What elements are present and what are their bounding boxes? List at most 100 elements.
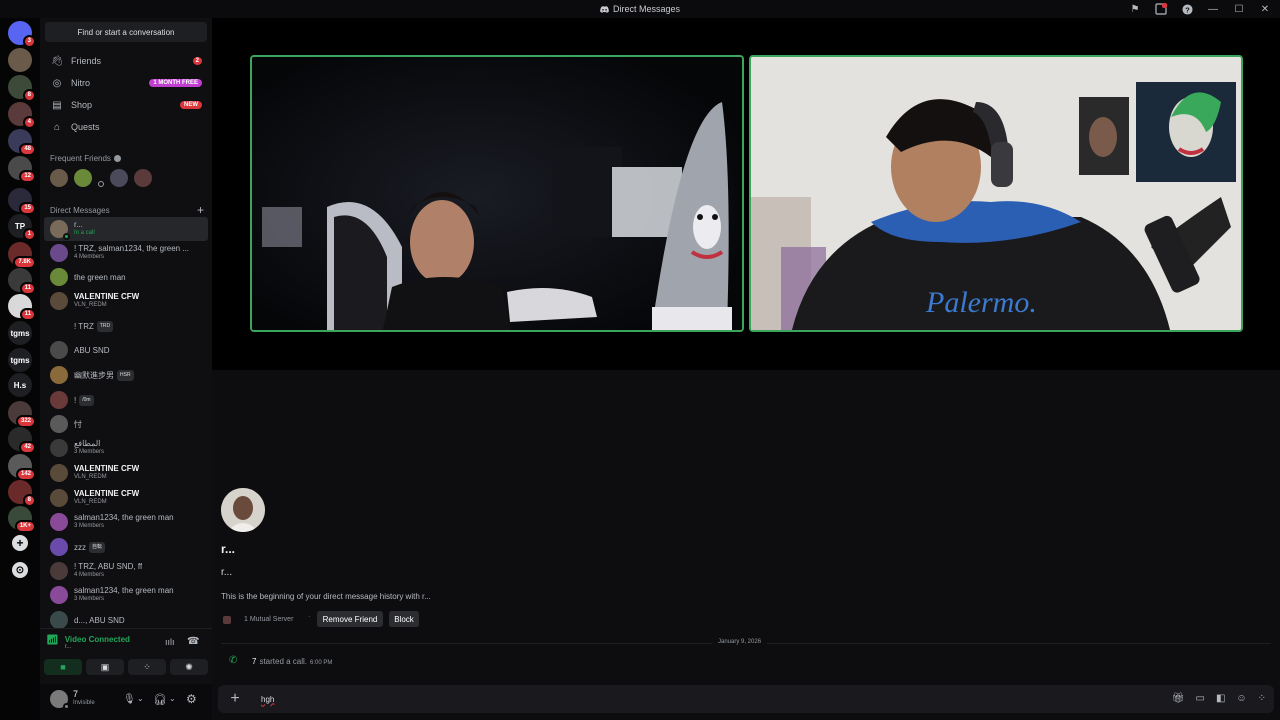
emoji-icon[interactable]: ☺ bbox=[1236, 693, 1246, 704]
headphones-icon[interactable]: 🎧︎ bbox=[153, 693, 167, 706]
apps-icon[interactable]: ⁘ bbox=[1258, 693, 1266, 704]
dm-item[interactable]: salman1234, the green man 3 Members bbox=[44, 583, 208, 607]
dm-item[interactable]: ABU SND bbox=[44, 338, 208, 362]
server-icon[interactable]: 42 bbox=[8, 427, 36, 454]
microphone-icon[interactable]: 🎙︎ bbox=[123, 694, 136, 705]
add-attachment-icon[interactable]: + bbox=[227, 690, 243, 708]
dm-item[interactable]: 忖 bbox=[44, 412, 208, 436]
camera-icon: ■ bbox=[60, 662, 66, 672]
server-icon[interactable]: TP 1 bbox=[8, 214, 36, 241]
friends-icon: 👋︎ bbox=[50, 55, 64, 67]
server-icon[interactable]: tgms bbox=[8, 321, 32, 345]
server-icon[interactable]: 1K+ bbox=[8, 506, 36, 533]
server-icon[interactable]: 12 bbox=[8, 156, 36, 183]
dm-item[interactable]: !/0m bbox=[44, 388, 208, 412]
disconnect-icon[interactable]: ☎ bbox=[187, 636, 199, 647]
nav-quests[interactable]: ⌂ Quests bbox=[44, 117, 208, 137]
screen-share-button[interactable]: ▣ bbox=[86, 659, 124, 675]
activities-button[interactable]: ⁘ bbox=[128, 659, 166, 675]
server-icon[interactable]: H.s bbox=[8, 373, 32, 397]
dm-item[interactable]: VALENTINE CFW VLN_REDM bbox=[44, 289, 208, 313]
help-icon[interactable]: ? bbox=[1180, 2, 1194, 16]
dm-item[interactable]: zzz 自転 bbox=[44, 535, 208, 559]
settings-gear-icon[interactable]: ⚙ bbox=[186, 692, 197, 706]
mention-badge: 8 bbox=[22, 494, 36, 507]
dm-item[interactable]: the green man bbox=[44, 265, 208, 289]
avatar[interactable] bbox=[74, 169, 92, 187]
soundboard-button[interactable]: ✺ bbox=[170, 659, 208, 675]
server-icon[interactable]: 322 bbox=[8, 401, 36, 428]
dm-sidebar: Find or start a conversation 👋︎ Friends … bbox=[40, 18, 212, 720]
chevron-down-icon[interactable]: ⌄ bbox=[137, 694, 144, 703]
server-icon[interactable]: 11 bbox=[8, 294, 36, 321]
dm-item[interactable]: VALENTINE CFW VLN_REDM bbox=[44, 486, 208, 510]
video-tile-right[interactable]: Palermo. bbox=[749, 55, 1243, 332]
voice-channel[interactable]: r... bbox=[65, 644, 130, 650]
server-icon[interactable]: 11 bbox=[8, 268, 36, 295]
maximize-icon[interactable]: ☐ bbox=[1232, 2, 1246, 16]
dm-item[interactable]: r... In a call bbox=[44, 217, 208, 241]
camera-button[interactable]: ■ bbox=[44, 659, 82, 675]
avatar bbox=[50, 489, 68, 507]
close-icon[interactable]: ✕ bbox=[1258, 2, 1272, 16]
server-icon[interactable]: 3 bbox=[8, 21, 36, 48]
message-composer[interactable]: + hgh 🎁︎ ▭ ◧ ☺ ⁘ bbox=[218, 685, 1274, 713]
noise-suppression-icon[interactable]: ıılı bbox=[165, 637, 175, 647]
dm-item[interactable]: ! TRZ, salman1234, the green ... 4 Member… bbox=[44, 241, 208, 265]
status-indicator bbox=[63, 233, 70, 240]
search-input[interactable]: Find or start a conversation bbox=[45, 22, 207, 42]
server-icon[interactable]: 15 bbox=[8, 188, 36, 215]
inbox-icon[interactable] bbox=[1154, 2, 1168, 16]
server-icon[interactable] bbox=[8, 48, 32, 72]
mutual-servers-link[interactable]: 1 Mutual Server bbox=[244, 616, 293, 623]
minimize-icon[interactable]: — bbox=[1206, 2, 1220, 16]
block-button[interactable]: Block bbox=[389, 611, 419, 627]
gift-icon[interactable]: 🎁︎ bbox=[1172, 693, 1185, 704]
nav-friends[interactable]: 👋︎ Friends 2 bbox=[44, 51, 208, 71]
avatar[interactable] bbox=[98, 181, 104, 187]
dm-item[interactable]: ! TRZ, ABU SND, ff 4 Members bbox=[44, 559, 208, 583]
avatar[interactable] bbox=[110, 169, 128, 187]
discover-icon[interactable]: ⊙ bbox=[12, 562, 28, 578]
server-icon[interactable]: 7.8K bbox=[8, 242, 36, 269]
call-user[interactable]: 7 bbox=[252, 657, 256, 666]
avatar bbox=[50, 292, 68, 310]
avatar[interactable] bbox=[50, 690, 70, 710]
nav-shop[interactable]: ▤ Shop NEW bbox=[44, 95, 208, 115]
dm-item[interactable]: ! TRZ TRD bbox=[44, 314, 208, 338]
avatar[interactable] bbox=[50, 169, 68, 187]
server-label: TP bbox=[14, 221, 26, 231]
nav-friends-label: Friends bbox=[71, 56, 102, 66]
server-icon[interactable]: 8 bbox=[8, 480, 36, 507]
server-icon[interactable]: 48 bbox=[8, 129, 36, 156]
dm-item[interactable]: 幽默進步男 HSR bbox=[44, 363, 208, 387]
nav-nitro-label: Nitro bbox=[71, 78, 91, 88]
server-icon[interactable]: 8 bbox=[8, 75, 36, 102]
dm-subtitle: 3 Members bbox=[74, 523, 105, 529]
flag-icon[interactable]: ⚑ bbox=[1128, 2, 1142, 16]
dm-item[interactable]: VALENTINE CFW VLN_REDM bbox=[44, 461, 208, 485]
dm-name: VALENTINE CFW bbox=[74, 464, 140, 473]
add-dm-button[interactable]: + bbox=[197, 203, 204, 217]
voice-status[interactable]: Video Connected bbox=[65, 635, 130, 644]
server-icon[interactable]: tgms bbox=[8, 348, 32, 372]
message-input[interactable]: hgh bbox=[261, 695, 274, 704]
dm-name: d..., ABU SND bbox=[74, 615, 125, 625]
add-server-icon[interactable]: + bbox=[12, 535, 28, 551]
avatar bbox=[50, 391, 68, 409]
gif-icon[interactable]: ▭ bbox=[1195, 693, 1204, 704]
profile-avatar[interactable] bbox=[221, 488, 265, 532]
sticker-icon[interactable]: ◧ bbox=[1216, 693, 1225, 704]
server-icon[interactable]: 4 bbox=[8, 102, 36, 129]
chevron-down-icon[interactable]: ⌄ bbox=[169, 694, 176, 703]
frequent-friends-label: Frequent Friends bbox=[50, 154, 111, 163]
remove-friend-button[interactable]: Remove Friend bbox=[317, 611, 383, 627]
nav-nitro[interactable]: ◎ Nitro 1 MONTH FREE bbox=[44, 73, 208, 93]
call-text: started a call. bbox=[259, 657, 308, 666]
dm-item[interactable]: salman1234, the green man 3 Members bbox=[44, 510, 208, 534]
server-icon[interactable]: 142 bbox=[8, 454, 36, 481]
avatar[interactable] bbox=[134, 169, 152, 187]
dm-item[interactable]: المطافع 3 Members bbox=[44, 436, 208, 460]
dm-subtitle: 4 Members bbox=[74, 254, 105, 260]
video-tile-left[interactable] bbox=[250, 55, 744, 332]
